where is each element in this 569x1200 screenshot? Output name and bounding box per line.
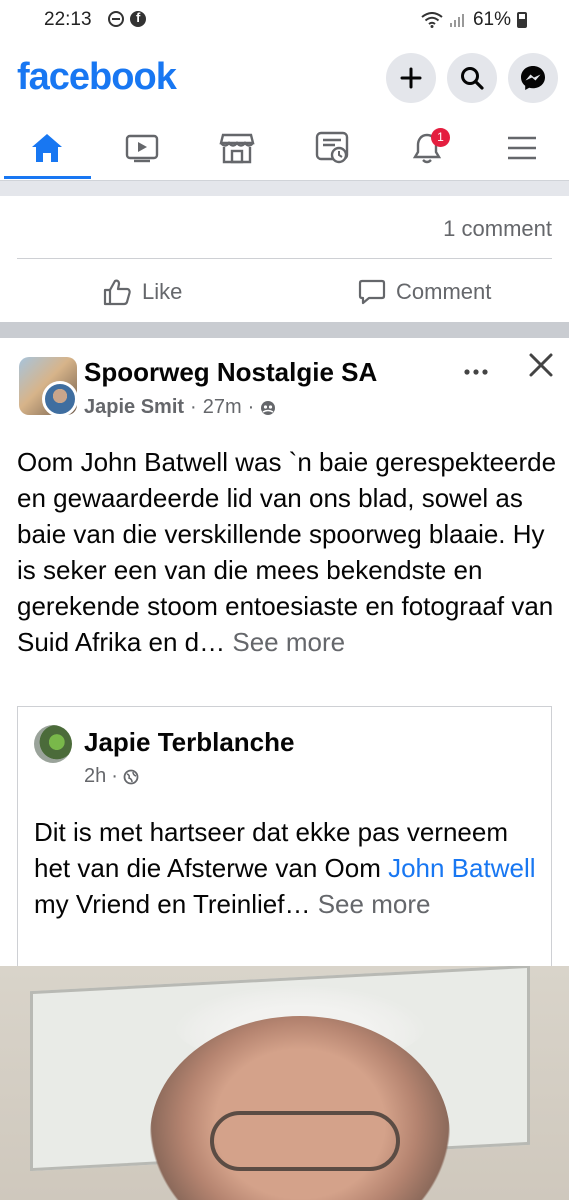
more-options-button[interactable] (463, 356, 489, 382)
author-avatar[interactable] (42, 381, 78, 417)
tab-notifications[interactable]: 1 (397, 126, 457, 170)
shared-post-time[interactable]: 2h (84, 765, 106, 788)
home-icon (32, 134, 62, 162)
messenger-button[interactable] (508, 53, 558, 103)
see-more-link[interactable]: See more (232, 627, 345, 657)
create-button[interactable] (386, 53, 436, 103)
comment-icon (358, 279, 386, 305)
comment-button[interactable]: Comment (358, 274, 491, 310)
post-photo[interactable] (0, 966, 569, 1200)
feed-separator (0, 180, 569, 196)
tab-marketplace[interactable] (207, 126, 267, 170)
meta-separator: · (190, 396, 197, 418)
meta-separator: · (111, 765, 118, 787)
search-icon (461, 67, 484, 90)
marketplace-icon (219, 133, 255, 164)
shared-see-more-link[interactable]: See more (318, 889, 431, 919)
notification-badge: 1 (431, 128, 450, 147)
facebook-notification-icon (130, 10, 146, 27)
shared-author-name[interactable]: Japie Terblanche (84, 727, 295, 758)
shared-post-card[interactable]: Japie Terblanche 2h · Dit is met hartsee… (17, 706, 552, 968)
like-button[interactable]: Like (102, 274, 182, 310)
comment-count[interactable]: 1 comment (443, 216, 552, 242)
signal-icon (449, 14, 464, 27)
thumbs-up-icon (103, 279, 131, 306)
tab-home[interactable] (17, 126, 77, 170)
tab-menu[interactable] (492, 126, 552, 170)
group-audience-icon (261, 400, 276, 415)
search-button[interactable] (447, 53, 497, 103)
group-name[interactable]: Spoorweg Nostalgie SA (84, 357, 377, 388)
battery-percent: 61% (472, 9, 511, 30)
tab-bar: 1 (0, 118, 569, 180)
post-body-text: Oom John Batwell was `n baie gerespektee… (17, 447, 557, 657)
hide-post-button[interactable] (526, 350, 556, 380)
close-icon (529, 353, 553, 377)
video-icon (125, 134, 159, 163)
globe-icon (123, 769, 139, 784)
shared-author-avatar[interactable] (34, 725, 72, 763)
more-icon (464, 369, 488, 375)
status-bar: 22:13 61% (0, 0, 569, 42)
like-label: Like (142, 279, 183, 304)
photo-glasses-region (210, 1111, 400, 1171)
battery-icon (517, 12, 527, 28)
shared-post-meta: 2h · (84, 765, 139, 788)
divider (17, 258, 552, 259)
shared-post-text: Dit is met hartseer dat ekke pas verneem… (34, 814, 544, 922)
mention-link[interactable]: John Batwell (388, 853, 535, 883)
feeds-icon (315, 131, 349, 164)
author-name[interactable]: Japie Smit (84, 396, 184, 419)
comment-label: Comment (396, 279, 492, 304)
app-header: facebook (0, 48, 569, 108)
plus-icon (400, 67, 422, 89)
shared-body-after: my Vriend en Treinlief… (34, 889, 311, 919)
meta-separator: · (247, 396, 255, 418)
do-not-disturb-icon (108, 11, 124, 27)
tab-video[interactable] (112, 126, 172, 170)
messenger-icon (521, 66, 545, 90)
active-tab-indicator (4, 176, 91, 179)
post-time[interactable]: 27m (203, 396, 242, 419)
feed-separator (0, 322, 569, 338)
post-meta: Japie Smit · 27m · (84, 396, 276, 419)
post-text: Oom John Batwell was `n baie gerespektee… (17, 444, 557, 660)
wifi-icon (421, 12, 443, 28)
clock: 22:13 (44, 9, 92, 30)
facebook-logo[interactable]: facebook (17, 56, 177, 99)
tab-feeds[interactable] (302, 126, 362, 170)
menu-icon (508, 136, 536, 160)
